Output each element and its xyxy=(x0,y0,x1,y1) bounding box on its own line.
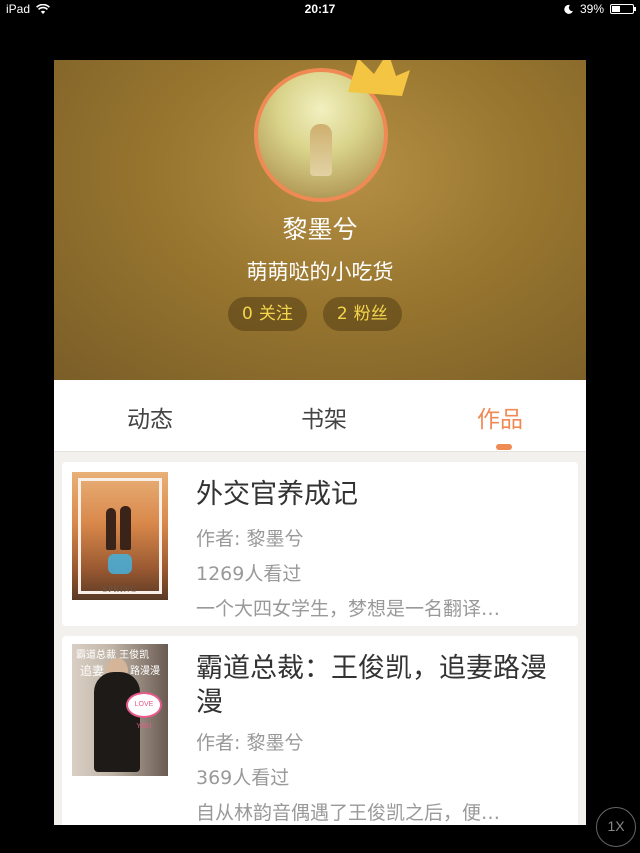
book-views: 369人看过 xyxy=(196,767,290,789)
app-window: 黎墨兮 萌萌哒的小吃货 0 关注 2 粉丝 动态 书架 作品 SPRING 外交官养… xyxy=(54,60,586,825)
tab-activity[interactable]: 动态 xyxy=(100,400,200,434)
username: 黎墨兮 xyxy=(282,215,358,244)
cover-text: 路漫漫 xyxy=(130,666,160,677)
book-title: 外交官养成记 xyxy=(196,479,358,510)
cover-bubble: LOVE YOU xyxy=(126,692,162,730)
battery-percent: 39% xyxy=(579,2,604,16)
clock: 20:17 xyxy=(304,2,336,16)
book-author: 作者: 黎墨兮 xyxy=(196,528,304,550)
book-card[interactable]: SPRING 外交官养成记 作者: 黎墨兮 1269人看过 一个大四女学生，梦想… xyxy=(62,462,578,626)
book-card[interactable]: 霸道总裁 王俊凯 追妻 路漫漫 LOVE YOU 霸道总裁：王俊凯，追妻路漫漫 … xyxy=(62,636,578,825)
user-bio: 萌萌哒的小吃货 xyxy=(246,260,394,284)
following-button[interactable]: 0 关注 xyxy=(228,297,307,331)
book-summary: 自从林韵音偶遇了王俊凯之后，便… xyxy=(196,802,501,824)
book-title: 霸道总裁：王俊凯，追妻路漫漫 xyxy=(196,653,547,718)
followers-button[interactable]: 2 粉丝 xyxy=(322,297,402,331)
book-summary: 一个大四女学生，梦想是一名翻译… xyxy=(196,598,501,620)
book-author: 作者: 黎墨兮 xyxy=(196,732,304,754)
tab-bar: 动态 书架 作品 xyxy=(54,380,586,452)
book-cover: 霸道总裁 王俊凯 追妻 路漫漫 LOVE YOU xyxy=(72,644,168,776)
following-label: 关注 xyxy=(258,304,293,324)
cover-label: SPRING xyxy=(102,585,138,594)
book-cover: SPRING xyxy=(72,472,168,600)
heart-icon xyxy=(108,554,132,574)
profile-stats: 0 关注 2 粉丝 xyxy=(228,297,402,331)
following-count: 0 xyxy=(242,304,253,324)
battery-icon xyxy=(610,4,636,14)
zoom-button[interactable]: 1X xyxy=(596,807,636,847)
status-bar: iPad 20:17 39% xyxy=(0,0,640,18)
followers-label: 粉丝 xyxy=(353,304,388,324)
tab-works[interactable]: 作品 xyxy=(450,400,550,434)
crown-icon xyxy=(348,60,410,96)
tab-bookshelf[interactable]: 书架 xyxy=(274,400,374,434)
moon-icon xyxy=(564,4,573,14)
active-tab-indicator xyxy=(496,444,512,450)
book-views: 1269人看过 xyxy=(196,563,302,585)
profile-header: 黎墨兮 萌萌哒的小吃货 0 关注 2 粉丝 xyxy=(54,60,586,380)
followers-count: 2 xyxy=(336,304,348,324)
